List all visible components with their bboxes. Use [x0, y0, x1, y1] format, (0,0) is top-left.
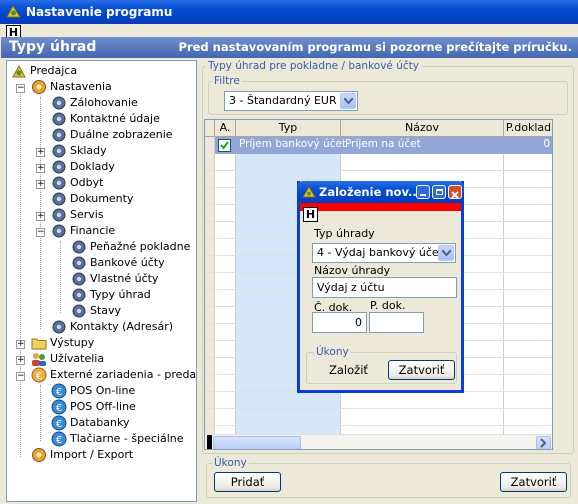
column-header-pdoklad[interactable]: P.doklad — [504, 120, 552, 137]
collapse-nastavenia-icon[interactable]: − — [16, 84, 25, 93]
maximize-icon[interactable] — [432, 185, 446, 199]
svg-text:€: € — [56, 403, 62, 414]
chevron-down-icon[interactable] — [438, 245, 454, 261]
expand-sklady-icon[interactable]: + — [36, 148, 45, 157]
filter-select[interactable]: 3 - Štandardný EUR — [224, 91, 358, 111]
dialog-help-button[interactable]: H — [303, 207, 318, 222]
dialog-accent-bar — [300, 203, 461, 211]
add-button[interactable]: Pridať — [214, 472, 281, 492]
gear-orange-icon — [32, 80, 46, 94]
cell-pdoklad: 0 — [543, 138, 550, 150]
scroll-left-button[interactable] — [207, 435, 212, 449]
create-button[interactable]: Založiť — [329, 363, 368, 377]
dialog-title: Založenie nov... — [319, 185, 422, 199]
euro-coin-icon: € — [51, 399, 67, 415]
app-icon — [302, 186, 316, 198]
gear-icon — [52, 176, 66, 190]
svg-text:€: € — [56, 435, 62, 446]
payment-types-group-title: Typy úhrad pre pokladne / bankové účty — [206, 60, 421, 72]
gear-icon — [52, 208, 66, 222]
cell-nazov: Príjem na účet — [345, 138, 421, 150]
column-header-active[interactable]: A. — [215, 120, 236, 137]
gear-icon — [52, 96, 66, 110]
expand-servis-icon[interactable]: + — [36, 212, 45, 221]
typ-uhrady-select[interactable]: 4 - Výdaj bankový účet — [312, 243, 456, 263]
horizontal-scrollbar[interactable] — [205, 434, 552, 449]
collapse-financie-icon[interactable]: − — [36, 228, 45, 237]
active-checkbox[interactable] — [218, 139, 231, 152]
close-icon[interactable] — [448, 185, 462, 199]
gear-icon — [72, 304, 86, 318]
svg-text:€: € — [36, 371, 42, 382]
scroll-right-button[interactable] — [536, 436, 551, 449]
gear-icon — [52, 160, 66, 174]
euro-coin-icon: € — [51, 383, 67, 399]
expand-vystupy-icon[interactable]: + — [16, 340, 25, 349]
dialog-actions-label: Úkony — [314, 346, 351, 358]
folder-icon — [31, 338, 47, 350]
chevron-right-icon — [540, 438, 547, 448]
gear-icon — [72, 272, 86, 286]
app-icon — [6, 5, 21, 18]
expand-doklady-icon[interactable]: + — [36, 164, 45, 173]
column-header-typ[interactable]: Typ — [236, 120, 341, 137]
filter-label: Filtre — [212, 75, 242, 87]
dialog-close-button[interactable]: Zatvoriť — [388, 360, 455, 380]
gear-icon — [52, 128, 66, 142]
expand-uzivatelia-icon[interactable]: + — [16, 356, 25, 365]
column-header-nazov[interactable]: Názov — [341, 120, 504, 137]
navigation-tree: Predajca − Nastavenia Zálohovanie Kontak… — [6, 60, 197, 502]
gear-icon — [52, 224, 66, 238]
nazov-uhrady-input[interactable]: Výdaj z účtu — [312, 277, 457, 298]
gear-icon — [52, 192, 66, 206]
window-titlebar: Nastavenie programu — [0, 0, 578, 24]
svg-text:€: € — [56, 419, 62, 430]
checkmark-icon — [220, 141, 229, 150]
table-row[interactable]: Príjem bankový účet Príjem na účet 0 — [215, 137, 552, 154]
users-icon — [32, 353, 46, 366]
gear-icon — [72, 288, 86, 302]
collapse-externe-icon[interactable]: − — [16, 372, 25, 381]
minimize-icon[interactable] — [416, 185, 430, 199]
euro-coin-icon: € — [51, 431, 67, 447]
euro-coin-icon: € — [51, 415, 67, 431]
predajca-icon — [12, 64, 26, 78]
gear-icon — [52, 320, 66, 334]
typ-uhrady-label: Typ úhrady — [314, 227, 375, 240]
pdok-label: P. dok. — [370, 299, 406, 312]
svg-text:€: € — [56, 387, 62, 398]
actions-label: Úkony — [212, 457, 249, 469]
manual-notice: Pred nastavovaním programu si pozorne pr… — [178, 40, 572, 54]
page-header: Typy úhrad Pred nastavovaním programu si… — [1, 37, 578, 58]
cell-typ: Príjem bankový účet — [239, 138, 346, 150]
create-payment-type-dialog: Založenie nov... H Typ úhrady 4 - Výdaj … — [297, 181, 464, 393]
euro-coin-icon: € — [31, 367, 47, 383]
gear-orange-icon — [32, 448, 46, 462]
window-title: Nastavenie programu — [26, 5, 173, 19]
cdok-input[interactable]: 0 — [312, 312, 367, 333]
row-indicator-header — [205, 120, 215, 137]
gear-icon — [72, 256, 86, 270]
gear-icon — [52, 144, 66, 158]
close-button[interactable]: Zatvoriť — [500, 472, 567, 492]
dialog-titlebar: Založenie nov... — [297, 181, 464, 203]
chevron-down-icon[interactable] — [340, 93, 356, 109]
expand-odbyt-icon[interactable]: + — [36, 180, 45, 189]
gear-icon — [52, 112, 66, 126]
pdok-input[interactable] — [369, 312, 424, 333]
scroll-thumb[interactable] — [213, 436, 301, 449]
page-title: Typy úhrad — [9, 39, 97, 55]
nazov-uhrady-label: Názov úhrady — [314, 264, 391, 277]
gear-icon — [72, 240, 86, 254]
